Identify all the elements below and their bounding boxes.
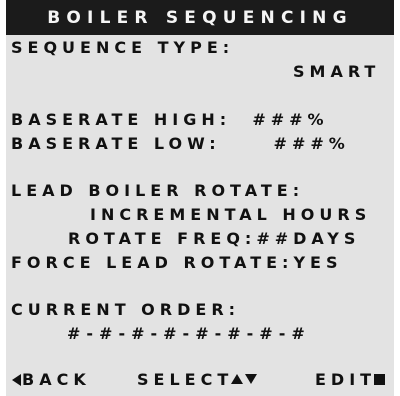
select-button[interactable]: SELECT <box>137 370 258 390</box>
back-button[interactable]: BACK <box>12 370 91 390</box>
baserate-low-row[interactable]: BASERATE LOW: ###% <box>11 134 350 154</box>
baserate-high-row[interactable]: BASERATE HIGH: ###% <box>11 110 329 130</box>
page-title: BOILER SEQUENCING <box>47 8 353 28</box>
lead-boiler-rotate-label: LEAD BOILER ROTATE: <box>11 181 305 200</box>
lead-boiler-rotate-value[interactable]: INCREMENTAL HOURS <box>90 205 371 225</box>
baserate-low-label: BASERATE LOW: <box>11 134 221 153</box>
current-order-label: CURRENT ORDER: <box>11 300 241 319</box>
edit-button[interactable]: EDIT <box>315 370 386 390</box>
square-icon <box>374 374 386 385</box>
baserate-low-value[interactable]: ###% <box>274 134 350 154</box>
current-order-value: #-#-#-#-#-#-#-# <box>67 324 311 343</box>
rotate-freq-label: ROTATE FREQ: <box>68 229 257 248</box>
softkey-bar: BACK SELECT EDIT <box>6 370 394 392</box>
screen-frame-right <box>394 0 400 396</box>
baserate-high-label: BASERATE HIGH: <box>11 110 232 129</box>
force-lead-rotate-value[interactable]: YES <box>293 253 342 272</box>
triangle-up-icon <box>231 374 244 384</box>
sequence-type-value[interactable]: SMART <box>293 62 380 82</box>
force-lead-rotate-label: FORCE LEAD ROTATE: <box>11 253 294 272</box>
baserate-high-value[interactable]: ###% <box>252 110 328 130</box>
title-bar: BOILER SEQUENCING <box>6 0 394 35</box>
back-label: BACK <box>22 370 91 389</box>
sequence-type-label: SEQUENCE TYPE: <box>11 38 235 57</box>
rotate-freq-row[interactable]: ROTATE FREQ:##DAYS <box>68 229 360 249</box>
rotate-freq-value[interactable]: ##DAYS <box>256 229 360 248</box>
edit-label: EDIT <box>315 370 377 389</box>
select-label: SELECT <box>137 370 234 389</box>
force-lead-rotate-row[interactable]: FORCE LEAD ROTATE:YES <box>11 253 342 273</box>
lcd-screen: BOILER SEQUENCING SEQUENCE TYPE: SMART B… <box>0 0 400 396</box>
triangle-left-icon <box>12 374 21 386</box>
triangle-down-icon <box>245 374 258 384</box>
screen-frame-left <box>0 0 6 396</box>
